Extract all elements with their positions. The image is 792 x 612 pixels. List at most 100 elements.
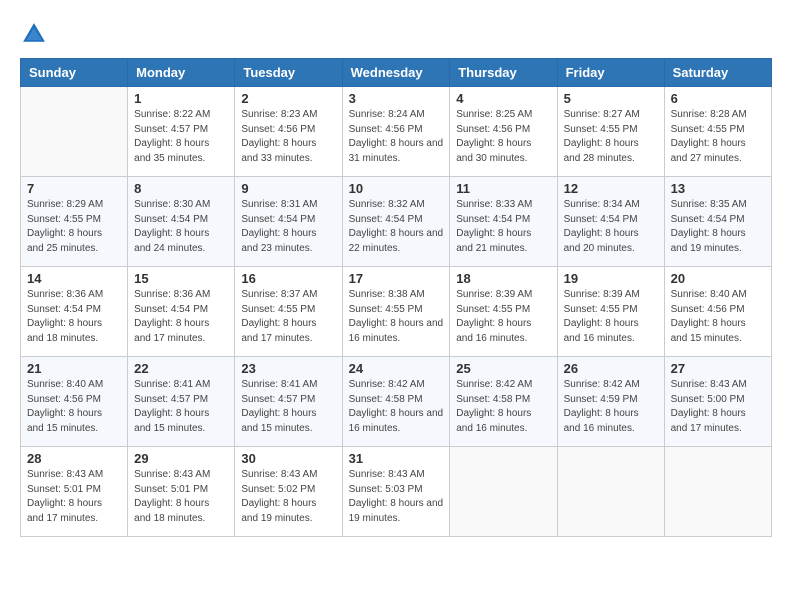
day-cell: 30 Sunrise: 8:43 AMSunset: 5:02 PMDaylig… bbox=[235, 447, 342, 537]
day-cell: 26 Sunrise: 8:42 AMSunset: 4:59 PMDaylig… bbox=[557, 357, 664, 447]
day-cell: 2 Sunrise: 8:23 AMSunset: 4:56 PMDayligh… bbox=[235, 87, 342, 177]
header-day-monday: Monday bbox=[128, 59, 235, 87]
day-cell: 9 Sunrise: 8:31 AMSunset: 4:54 PMDayligh… bbox=[235, 177, 342, 267]
day-number: 6 bbox=[671, 91, 765, 106]
day-number: 11 bbox=[456, 181, 550, 196]
day-info: Sunrise: 8:27 AMSunset: 4:55 PMDaylight:… bbox=[564, 109, 640, 164]
day-info: Sunrise: 8:38 AMSunset: 4:55 PMDaylight:… bbox=[349, 289, 444, 344]
day-number: 14 bbox=[27, 271, 121, 286]
day-cell: 13 Sunrise: 8:35 AMSunset: 4:54 PMDaylig… bbox=[664, 177, 771, 267]
day-number: 25 bbox=[456, 361, 550, 376]
week-row-1: 1 Sunrise: 8:22 AMSunset: 4:57 PMDayligh… bbox=[21, 87, 772, 177]
day-number: 26 bbox=[564, 361, 658, 376]
day-cell: 10 Sunrise: 8:32 AMSunset: 4:54 PMDaylig… bbox=[342, 177, 450, 267]
day-cell bbox=[557, 447, 664, 537]
calendar-table: SundayMondayTuesdayWednesdayThursdayFrid… bbox=[20, 58, 772, 537]
logo-icon bbox=[20, 20, 48, 48]
day-info: Sunrise: 8:24 AMSunset: 4:56 PMDaylight:… bbox=[349, 109, 444, 164]
day-cell bbox=[21, 87, 128, 177]
day-number: 5 bbox=[564, 91, 658, 106]
day-info: Sunrise: 8:25 AMSunset: 4:56 PMDaylight:… bbox=[456, 109, 532, 164]
day-info: Sunrise: 8:30 AMSunset: 4:54 PMDaylight:… bbox=[134, 199, 210, 254]
day-number: 20 bbox=[671, 271, 765, 286]
day-info: Sunrise: 8:29 AMSunset: 4:55 PMDaylight:… bbox=[27, 199, 103, 254]
day-cell: 8 Sunrise: 8:30 AMSunset: 4:54 PMDayligh… bbox=[128, 177, 235, 267]
day-cell: 11 Sunrise: 8:33 AMSunset: 4:54 PMDaylig… bbox=[450, 177, 557, 267]
week-row-4: 21 Sunrise: 8:40 AMSunset: 4:56 PMDaylig… bbox=[21, 357, 772, 447]
day-cell: 1 Sunrise: 8:22 AMSunset: 4:57 PMDayligh… bbox=[128, 87, 235, 177]
day-number: 28 bbox=[27, 451, 121, 466]
day-info: Sunrise: 8:39 AMSunset: 4:55 PMDaylight:… bbox=[564, 289, 640, 344]
day-info: Sunrise: 8:28 AMSunset: 4:55 PMDaylight:… bbox=[671, 109, 747, 164]
day-number: 4 bbox=[456, 91, 550, 106]
day-number: 7 bbox=[27, 181, 121, 196]
day-number: 21 bbox=[27, 361, 121, 376]
day-cell: 31 Sunrise: 8:43 AMSunset: 5:03 PMDaylig… bbox=[342, 447, 450, 537]
day-cell: 12 Sunrise: 8:34 AMSunset: 4:54 PMDaylig… bbox=[557, 177, 664, 267]
day-cell: 28 Sunrise: 8:43 AMSunset: 5:01 PMDaylig… bbox=[21, 447, 128, 537]
week-row-3: 14 Sunrise: 8:36 AMSunset: 4:54 PMDaylig… bbox=[21, 267, 772, 357]
day-info: Sunrise: 8:43 AMSunset: 5:03 PMDaylight:… bbox=[349, 469, 444, 524]
day-number: 10 bbox=[349, 181, 444, 196]
day-cell: 3 Sunrise: 8:24 AMSunset: 4:56 PMDayligh… bbox=[342, 87, 450, 177]
day-info: Sunrise: 8:43 AMSunset: 5:00 PMDaylight:… bbox=[671, 379, 747, 434]
day-number: 29 bbox=[134, 451, 228, 466]
week-row-2: 7 Sunrise: 8:29 AMSunset: 4:55 PMDayligh… bbox=[21, 177, 772, 267]
day-cell: 5 Sunrise: 8:27 AMSunset: 4:55 PMDayligh… bbox=[557, 87, 664, 177]
day-number: 31 bbox=[349, 451, 444, 466]
day-info: Sunrise: 8:41 AMSunset: 4:57 PMDaylight:… bbox=[241, 379, 317, 434]
day-cell bbox=[450, 447, 557, 537]
day-cell: 14 Sunrise: 8:36 AMSunset: 4:54 PMDaylig… bbox=[21, 267, 128, 357]
day-number: 2 bbox=[241, 91, 335, 106]
day-cell bbox=[664, 447, 771, 537]
day-cell: 24 Sunrise: 8:42 AMSunset: 4:58 PMDaylig… bbox=[342, 357, 450, 447]
day-info: Sunrise: 8:36 AMSunset: 4:54 PMDaylight:… bbox=[134, 289, 210, 344]
day-info: Sunrise: 8:40 AMSunset: 4:56 PMDaylight:… bbox=[27, 379, 103, 434]
header bbox=[20, 20, 772, 48]
day-info: Sunrise: 8:43 AMSunset: 5:02 PMDaylight:… bbox=[241, 469, 317, 524]
day-number: 27 bbox=[671, 361, 765, 376]
day-number: 17 bbox=[349, 271, 444, 286]
day-info: Sunrise: 8:42 AMSunset: 4:58 PMDaylight:… bbox=[456, 379, 532, 434]
day-number: 15 bbox=[134, 271, 228, 286]
day-number: 1 bbox=[134, 91, 228, 106]
day-number: 24 bbox=[349, 361, 444, 376]
day-info: Sunrise: 8:40 AMSunset: 4:56 PMDaylight:… bbox=[671, 289, 747, 344]
day-info: Sunrise: 8:36 AMSunset: 4:54 PMDaylight:… bbox=[27, 289, 103, 344]
day-info: Sunrise: 8:32 AMSunset: 4:54 PMDaylight:… bbox=[349, 199, 444, 254]
header-day-thursday: Thursday bbox=[450, 59, 557, 87]
day-cell: 18 Sunrise: 8:39 AMSunset: 4:55 PMDaylig… bbox=[450, 267, 557, 357]
logo bbox=[20, 20, 52, 48]
day-number: 30 bbox=[241, 451, 335, 466]
day-cell: 22 Sunrise: 8:41 AMSunset: 4:57 PMDaylig… bbox=[128, 357, 235, 447]
day-number: 19 bbox=[564, 271, 658, 286]
header-day-tuesday: Tuesday bbox=[235, 59, 342, 87]
header-day-friday: Friday bbox=[557, 59, 664, 87]
day-info: Sunrise: 8:42 AMSunset: 4:59 PMDaylight:… bbox=[564, 379, 640, 434]
day-info: Sunrise: 8:31 AMSunset: 4:54 PMDaylight:… bbox=[241, 199, 317, 254]
day-cell: 20 Sunrise: 8:40 AMSunset: 4:56 PMDaylig… bbox=[664, 267, 771, 357]
day-number: 16 bbox=[241, 271, 335, 286]
header-day-wednesday: Wednesday bbox=[342, 59, 450, 87]
day-info: Sunrise: 8:23 AMSunset: 4:56 PMDaylight:… bbox=[241, 109, 317, 164]
day-cell: 29 Sunrise: 8:43 AMSunset: 5:01 PMDaylig… bbox=[128, 447, 235, 537]
header-day-saturday: Saturday bbox=[664, 59, 771, 87]
day-number: 18 bbox=[456, 271, 550, 286]
day-cell: 7 Sunrise: 8:29 AMSunset: 4:55 PMDayligh… bbox=[21, 177, 128, 267]
day-info: Sunrise: 8:41 AMSunset: 4:57 PMDaylight:… bbox=[134, 379, 210, 434]
day-cell: 4 Sunrise: 8:25 AMSunset: 4:56 PMDayligh… bbox=[450, 87, 557, 177]
header-row: SundayMondayTuesdayWednesdayThursdayFrid… bbox=[21, 59, 772, 87]
day-info: Sunrise: 8:37 AMSunset: 4:55 PMDaylight:… bbox=[241, 289, 317, 344]
day-cell: 25 Sunrise: 8:42 AMSunset: 4:58 PMDaylig… bbox=[450, 357, 557, 447]
day-cell: 17 Sunrise: 8:38 AMSunset: 4:55 PMDaylig… bbox=[342, 267, 450, 357]
day-info: Sunrise: 8:39 AMSunset: 4:55 PMDaylight:… bbox=[456, 289, 532, 344]
week-row-5: 28 Sunrise: 8:43 AMSunset: 5:01 PMDaylig… bbox=[21, 447, 772, 537]
day-info: Sunrise: 8:42 AMSunset: 4:58 PMDaylight:… bbox=[349, 379, 444, 434]
day-number: 13 bbox=[671, 181, 765, 196]
day-number: 22 bbox=[134, 361, 228, 376]
day-number: 23 bbox=[241, 361, 335, 376]
day-number: 3 bbox=[349, 91, 444, 106]
day-cell: 15 Sunrise: 8:36 AMSunset: 4:54 PMDaylig… bbox=[128, 267, 235, 357]
day-cell: 21 Sunrise: 8:40 AMSunset: 4:56 PMDaylig… bbox=[21, 357, 128, 447]
day-info: Sunrise: 8:34 AMSunset: 4:54 PMDaylight:… bbox=[564, 199, 640, 254]
